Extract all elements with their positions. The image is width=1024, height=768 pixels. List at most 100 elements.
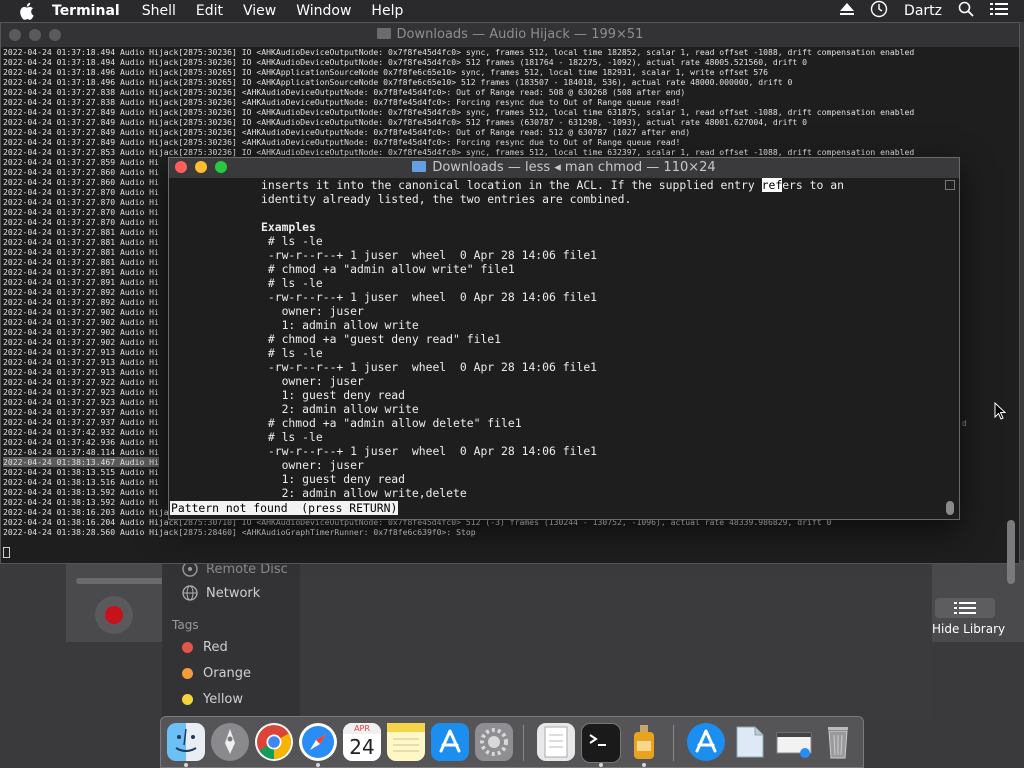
- scrollbar[interactable]: [945, 178, 955, 518]
- man-line: # chmod +a "guest deny read" file1: [261, 332, 502, 346]
- sidebar-item-tag-red[interactable]: Red: [182, 636, 228, 658]
- scrollbar[interactable]: [1007, 50, 1015, 584]
- terminal-line: 2022-04-24 01:37:27.849 Audio Hijack[287…: [3, 117, 808, 127]
- menu-shell[interactable]: Shell: [142, 0, 176, 22]
- scrollbar-thumb[interactable]: [1007, 520, 1015, 584]
- tags-header: Tags: [172, 618, 199, 632]
- calendar-day: 24: [349, 735, 375, 759]
- calendar-month: APR: [343, 723, 381, 734]
- eject-icon[interactable]: [840, 3, 855, 19]
- man-line: owner: juser: [261, 374, 364, 388]
- documents-folder-icon[interactable]: [731, 723, 769, 761]
- man-line: # ls -le: [261, 276, 323, 290]
- man-line: 1: guest deny read: [261, 388, 406, 402]
- man-line: # ls -le: [261, 346, 323, 360]
- sidebar-item-label: Yellow: [203, 691, 244, 707]
- terminal-line: 2022-04-24 01:37:27.838 Audio Hijack[287…: [3, 97, 681, 107]
- menu-view[interactable]: View: [243, 0, 276, 22]
- terminal-line: 2022-04-24 01:38:28.560 Audio Hijack[287…: [3, 527, 476, 537]
- window-title-text: Downloads — Audio Hijack — 199×51: [396, 27, 644, 42]
- script-editor-icon[interactable]: [537, 723, 575, 761]
- running-indicator: [599, 763, 603, 767]
- terminal-line: 2022-04-24 01:38:13.467 Audio Hi: [3, 457, 159, 467]
- man-line: 1: guest deny read: [261, 472, 406, 486]
- mouse-cursor-icon: [994, 402, 1006, 420]
- audio-hijack-track: [70, 566, 164, 584]
- man-line-text: ers to an: [782, 178, 844, 192]
- sidebar-item-tag-yellow[interactable]: Yellow: [182, 688, 243, 710]
- sidebar-item-network[interactable]: Network: [182, 582, 260, 604]
- man-line: -rw-r--r--+ 1 juser wheel 0 Apr 28 14:06…: [261, 248, 598, 262]
- scroll-top-marker: [945, 180, 955, 190]
- notes-icon[interactable]: [387, 723, 425, 761]
- safari-icon[interactable]: [299, 723, 337, 761]
- terminal-line: 2022-04-24 01:37:18.496 Audio Hijack[287…: [3, 77, 793, 87]
- trash-icon[interactable]: [819, 723, 857, 761]
- app-store-icon-2[interactable]: [687, 723, 725, 761]
- hide-library-label: Hide Library: [932, 622, 1006, 636]
- man-line: 2: admin allow write: [261, 402, 419, 416]
- man-line: owner: juser: [261, 304, 364, 318]
- man-line: -rw-r--r--+ 1 juser wheel 0 Apr 28 14:06…: [261, 360, 598, 374]
- menu-app-name[interactable]: Terminal: [52, 0, 120, 22]
- man-line: owner: juser: [261, 458, 364, 472]
- system-preferences-icon[interactable]: [475, 723, 513, 761]
- chrome-icon[interactable]: [255, 723, 293, 761]
- folder-icon: [376, 28, 391, 39]
- menu-window[interactable]: Window: [296, 0, 351, 22]
- clock-icon[interactable]: [870, 0, 888, 22]
- less-status-prompt: Pattern not found (press RETURN): [170, 501, 399, 515]
- spotlight-search-icon[interactable]: [958, 1, 974, 21]
- running-indicator: [316, 763, 320, 767]
- red-tag-icon: [182, 641, 193, 653]
- window-titlebar[interactable]: Downloads — Audio Hijack — 199×51: [1, 23, 1019, 47]
- record-button[interactable]: [95, 596, 133, 634]
- sidebar-item-tag-orange[interactable]: Orange: [182, 662, 251, 684]
- window-title: Downloads — Audio Hijack — 199×51: [1, 27, 1019, 42]
- terminal-cursor: [3, 547, 10, 558]
- calendar-icon[interactable]: APR 24: [343, 723, 381, 761]
- man-line: # chmod +a "admin allow delete" file1: [261, 416, 522, 430]
- app-store-icon[interactable]: [431, 723, 469, 761]
- terminal-line: 2022-04-24 01:37:18.494 Audio Hijack[287…: [3, 47, 915, 57]
- terminal-icon[interactable]: [581, 723, 621, 763]
- man-line: inserts it into the canonical location i…: [261, 178, 844, 192]
- orange-tag-icon: [182, 667, 193, 679]
- apple-icon[interactable]: [20, 2, 38, 20]
- finder-main-area: [300, 560, 933, 720]
- dock-separator: [523, 725, 524, 761]
- sidebar-item-label: Network: [206, 585, 261, 601]
- finder-sidebar: Remote Disc Network Tags Red Orange Yell…: [162, 560, 300, 720]
- terminal-line: 2022-04-24 01:37:18.494 Audio Hijack[287…: [3, 57, 808, 67]
- man-page-content[interactable]: inserts it into the canonical location i…: [261, 178, 844, 500]
- terminal-line: 2022-04-24 01:37:27.853 Audio Hijack[287…: [3, 147, 915, 157]
- potion-app-icon[interactable]: [625, 723, 663, 761]
- text-fragment: d: [962, 419, 967, 428]
- globe-icon: [182, 585, 198, 601]
- terminal-window-man-chmod[interactable]: Downloads — less ◂ man chmod — 110×24 in…: [168, 157, 960, 520]
- window-titlebar[interactable]: Downloads — less ◂ man chmod — 110×24: [169, 158, 959, 178]
- menu-bar: Terminal Shell Edit View Window Help Dar…: [0, 0, 1024, 22]
- man-line: 1: admin allow write: [261, 318, 419, 332]
- menu-help[interactable]: Help: [371, 0, 403, 22]
- window-title-text: Downloads — less ◂ man chmod — 110×24: [432, 160, 716, 175]
- screenshot-icon[interactable]: [775, 723, 813, 761]
- track-bar: [76, 578, 164, 584]
- control-center-icon[interactable]: [990, 2, 1008, 20]
- terminal-line: 2022-04-24 01:37:27.838 Audio Hijack[287…: [3, 87, 686, 97]
- scrollbar-thumb[interactable]: [946, 501, 954, 515]
- terminal-line: 2022-04-24 01:37:18.496 Audio Hijack[287…: [3, 67, 769, 77]
- list-icon: [954, 602, 976, 614]
- man-line: # ls -le: [261, 234, 323, 248]
- hide-library-button[interactable]: [935, 598, 995, 618]
- menu-edit[interactable]: Edit: [196, 0, 223, 22]
- user-name[interactable]: Dartz: [904, 3, 942, 19]
- terminal-line: 2022-04-24 01:37:27.849 Audio Hijack[287…: [3, 127, 691, 137]
- man-line: # chmod +a "admin allow write" file1: [261, 262, 515, 276]
- launchpad-icon[interactable]: [211, 723, 249, 761]
- running-indicator: [184, 763, 188, 767]
- man-line: -rw-r--r--+ 1 juser wheel 0 Apr 28 14:06…: [261, 444, 598, 458]
- finder-icon[interactable]: [167, 723, 205, 761]
- folder-icon: [412, 161, 427, 172]
- man-line: -rw-r--r--+ 1 juser wheel 0 Apr 28 14:06…: [261, 290, 598, 304]
